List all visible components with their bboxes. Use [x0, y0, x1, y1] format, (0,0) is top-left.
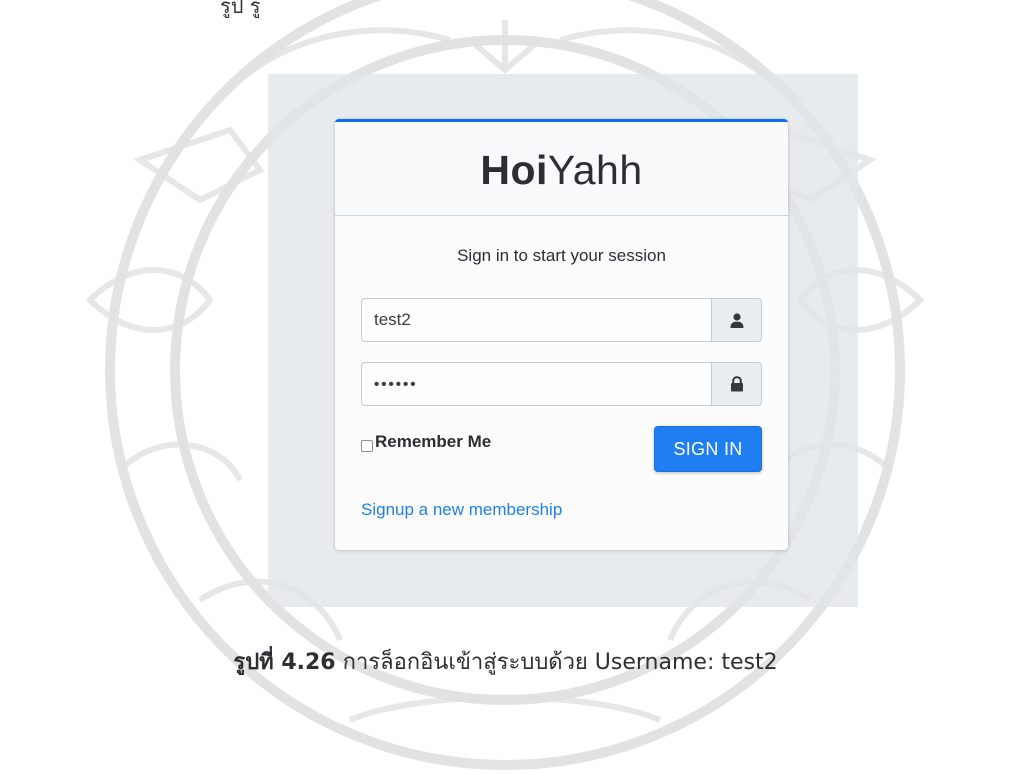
lock-icon — [730, 376, 743, 392]
cropped-heading-text: รูป รู — [220, 0, 261, 18]
password-addon — [711, 362, 762, 406]
logo-regular-part: Yahh — [547, 147, 643, 193]
user-icon — [730, 312, 743, 328]
logo-bold-part: Hoi — [480, 147, 548, 193]
login-message: Sign in to start your session — [457, 246, 666, 265]
password-input[interactable]: •••••• — [361, 362, 711, 406]
figure-label: รูปที่ 4.26 — [233, 650, 336, 675]
username-addon — [711, 298, 762, 342]
remember-me-checkbox[interactable] — [361, 440, 373, 452]
signup-link[interactable]: Signup a new membership — [361, 500, 562, 520]
login-header: HoiYahh — [335, 122, 788, 216]
remember-me-label[interactable]: Remember Me — [375, 432, 491, 452]
remember-me: Remember Me — [361, 432, 491, 452]
caption-text: การล็อกอินเข้าสู่ระบบด้วย Username: test… — [335, 650, 778, 675]
sign-in-button[interactable]: SIGN IN — [654, 426, 762, 472]
figure-caption: รูปที่ 4.26 การล็อกอินเข้าสู่ระบบด้วย Us… — [0, 644, 1011, 679]
username-input[interactable]: test2 — [361, 298, 711, 342]
username-input-group: test2 — [361, 298, 762, 342]
login-box: HoiYahh Sign in to start your session te… — [335, 119, 788, 550]
app-logo[interactable]: HoiYahh — [480, 147, 642, 194]
password-input-group: •••••• — [361, 362, 762, 406]
